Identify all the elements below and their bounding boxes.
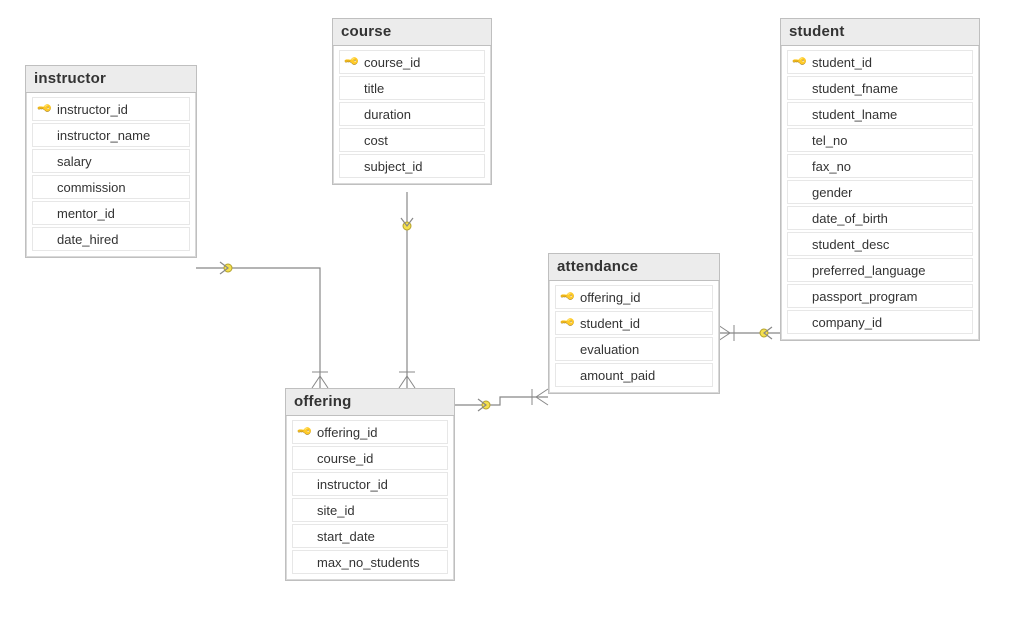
column-row: date_of_birth (787, 206, 973, 230)
column-row: amount_paid (555, 363, 713, 387)
column-name: subject_id (364, 159, 423, 174)
column-name: amount_paid (580, 368, 655, 383)
column-row: student_desc (787, 232, 973, 256)
entity-columns: 🔑 course_id title duration cost subject_i… (333, 46, 491, 184)
column-name: duration (364, 107, 411, 122)
entity-columns: 🔑 instructor_id instructor_name salary co… (26, 93, 196, 257)
entity-attendance[interactable]: attendance 🔑 offering_id 🔑 student_id eval… (548, 253, 720, 394)
column-name: gender (812, 185, 852, 200)
entity-course[interactable]: course 🔑 course_id title duration cost su… (332, 18, 492, 185)
column-row: salary (32, 149, 190, 173)
column-name: site_id (317, 503, 355, 518)
column-name: offering_id (580, 290, 640, 305)
entity-title: course (333, 19, 491, 46)
entity-columns: 🔑student_id student_fname student_lname … (781, 46, 979, 340)
link-course-offering (399, 192, 415, 388)
key-icon: 🔑 (343, 54, 359, 70)
column-row: tel_no (787, 128, 973, 152)
column-row: 🔑 course_id (339, 50, 485, 74)
column-row: max_no_students (292, 550, 448, 574)
column-row: course_id (292, 446, 448, 470)
key-icon: 🔑 (791, 54, 807, 70)
column-name: commission (57, 180, 126, 195)
column-name: preferred_language (812, 263, 925, 278)
key-icon: 🔑 (36, 101, 52, 117)
column-name: max_no_students (317, 555, 420, 570)
column-name: company_id (812, 315, 882, 330)
column-row: duration (339, 102, 485, 126)
key-icon: 🔑 (296, 424, 312, 440)
column-row: fax_no (787, 154, 973, 178)
column-row: cost (339, 128, 485, 152)
entity-title: student (781, 19, 979, 46)
key-icon: 🔑 (559, 289, 575, 305)
column-row: start_date (292, 524, 448, 548)
column-name: start_date (317, 529, 375, 544)
column-name: student_lname (812, 107, 897, 122)
column-name: mentor_id (57, 206, 115, 221)
column-name: student_desc (812, 237, 889, 252)
column-row: instructor_id (292, 472, 448, 496)
column-name: course_id (364, 55, 420, 70)
column-name: title (364, 81, 384, 96)
column-name: instructor_name (57, 128, 150, 143)
column-name: student_fname (812, 81, 898, 96)
column-name: instructor_id (57, 102, 128, 117)
entity-columns: 🔑 offering_id 🔑 student_id evaluation amou… (549, 281, 719, 393)
erd-canvas: instructor 🔑 instructor_id instructor_nam… (0, 0, 1024, 640)
column-row: date_hired (32, 227, 190, 251)
entity-offering[interactable]: offering 🔑 offering_id course_id instruct… (285, 388, 455, 581)
column-row: evaluation (555, 337, 713, 361)
column-row: student_fname (787, 76, 973, 100)
key-icon: 🔑 (559, 315, 575, 331)
column-row: subject_id (339, 154, 485, 178)
column-name: student_id (812, 55, 872, 70)
column-row: title (339, 76, 485, 100)
column-name: student_id (580, 316, 640, 331)
entity-title: offering (286, 389, 454, 416)
link-offering-attendance (454, 389, 548, 411)
column-name: fax_no (812, 159, 851, 174)
column-row: passport_program (787, 284, 973, 308)
column-name: instructor_id (317, 477, 388, 492)
column-row: mentor_id (32, 201, 190, 225)
column-name: date_hired (57, 232, 118, 247)
column-row: 🔑 instructor_id (32, 97, 190, 121)
column-row: preferred_language (787, 258, 973, 282)
column-row: 🔑 student_id (555, 311, 713, 335)
column-row: 🔑 student_id (787, 50, 973, 74)
link-instructor-offering (196, 262, 328, 388)
entity-title: attendance (549, 254, 719, 281)
column-row: company_id (787, 310, 973, 334)
entity-student[interactable]: student 🔑 student_id student_fname studen… (780, 18, 980, 341)
column-row: 🔑 offering_id (555, 285, 713, 309)
entity-instructor[interactable]: instructor 🔑 instructor_id instructor_nam… (25, 65, 197, 258)
column-row: commission (32, 175, 190, 199)
column-name: cost (364, 133, 388, 148)
column-row: site_id (292, 498, 448, 522)
column-name: tel_no (812, 133, 847, 148)
column-name: salary (57, 154, 92, 169)
column-row: student_lname (787, 102, 973, 126)
link-student-attendance (718, 325, 780, 341)
column-name: date_of_birth (812, 211, 888, 226)
entity-columns: 🔑 offering_id course_id instructor_id sit… (286, 416, 454, 580)
column-name: evaluation (580, 342, 639, 357)
column-name: passport_program (812, 289, 918, 304)
entity-title: instructor (26, 66, 196, 93)
column-row: gender (787, 180, 973, 204)
column-row: 🔑 offering_id (292, 420, 448, 444)
column-name: offering_id (317, 425, 377, 440)
column-row: instructor_name (32, 123, 190, 147)
column-name: course_id (317, 451, 373, 466)
